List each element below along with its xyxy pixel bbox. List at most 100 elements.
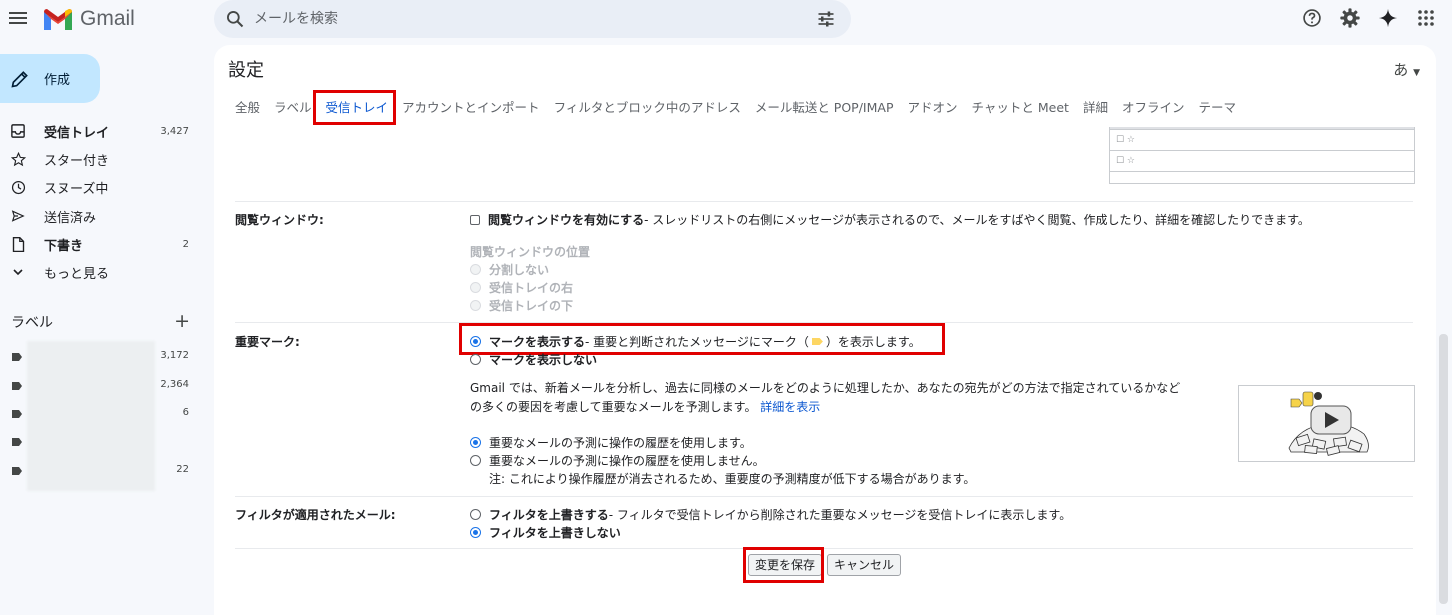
- position-label: 受信トレイの下: [489, 299, 574, 313]
- tab-offline[interactable]: オフライン: [1122, 97, 1185, 121]
- inbox-icon: [10, 123, 26, 139]
- tab-forwarding-pop-imap[interactable]: メール転送と POP/IMAP: [755, 97, 894, 121]
- sidebar-nav: 受信トレイ 3,427 スター付き スヌーズ中 送信済み 下書き 2 もっと見る: [0, 117, 200, 287]
- position-radio-below[interactable]: [470, 300, 481, 311]
- input-tools-label: あ: [1393, 61, 1409, 79]
- draft-count: 2: [182, 238, 189, 250]
- filtered-mail-label: フィルタが適用されたメール:: [235, 508, 396, 522]
- app-name: Gmail: [80, 7, 135, 30]
- sidebar-item-drafts[interactable]: 下書き 2: [0, 230, 200, 258]
- section-divider: [235, 496, 1413, 497]
- label-icon: [12, 467, 22, 475]
- scrollbar-thumb[interactable]: [1439, 334, 1448, 604]
- sidebar-item-label: もっと見る: [44, 267, 110, 283]
- add-label-button[interactable]: +: [174, 310, 190, 332]
- gmail-logo[interactable]: Gmail: [44, 7, 135, 31]
- history-use-label: 重要なメールの予測に操作の履歴を使用します。: [489, 436, 752, 450]
- sidebar-item-label: 下書き: [44, 238, 84, 254]
- search-input[interactable]: [252, 7, 796, 31]
- position-label: 分割しない: [489, 263, 550, 277]
- unread-count: 3,427: [160, 125, 189, 137]
- sidebar-item-label: 送信済み: [44, 210, 97, 226]
- inbox-preview: ☐ ☆ ☐ ☆: [1109, 127, 1415, 184]
- label-item[interactable]: 22: [0, 462, 200, 482]
- search-options-icon[interactable]: [816, 9, 836, 29]
- importance-video-thumbnail[interactable]: [1238, 385, 1415, 462]
- tab-chat-meet[interactable]: チャットと Meet: [972, 97, 1069, 121]
- highlight-inbox-tab: [313, 90, 396, 125]
- reading-pane-checkbox[interactable]: [470, 214, 480, 225]
- sidebar-item-label: スヌーズ中: [44, 182, 109, 198]
- section-divider: [235, 201, 1413, 202]
- help-icon[interactable]: [1300, 6, 1324, 30]
- compose-label: 作成: [44, 73, 71, 88]
- hide-markers-radio[interactable]: [470, 354, 481, 365]
- gear-icon[interactable]: [1338, 6, 1362, 30]
- apps-grid-icon[interactable]: [1414, 6, 1438, 30]
- reading-pane-option: 閲覧ウィンドウを有効にする - スレッドリストの右側にメッセージが表示されるので…: [470, 211, 1310, 228]
- reading-pane-enable-desc: - スレッドリストの右側にメッセージが表示されるので、メールをすばやく閲覧、作成…: [644, 213, 1310, 227]
- tab-accounts-import[interactable]: アカウントとインポート: [402, 97, 540, 121]
- history-not-use-radio[interactable]: [470, 455, 481, 466]
- search-icon[interactable]: [225, 9, 245, 29]
- hide-markers-option: マークを表示しない: [470, 351, 597, 368]
- hide-markers-label: マークを表示しない: [489, 353, 598, 367]
- position-option-below: 受信トレイの下: [470, 297, 573, 314]
- pencil-icon: [11, 70, 28, 88]
- main-menu-icon[interactable]: [9, 9, 29, 29]
- history-not-use-label: 重要なメールの予測に操作の履歴を使用しません。: [489, 454, 765, 468]
- send-icon: [10, 208, 26, 224]
- clock-icon: [10, 180, 26, 196]
- section-divider: [235, 548, 1413, 549]
- sidebar-item-inbox[interactable]: 受信トレイ 3,427: [0, 117, 200, 145]
- learn-more-link[interactable]: 詳細を表示: [760, 400, 820, 414]
- cancel-button[interactable]: キャンセル: [827, 554, 902, 576]
- draft-icon: [10, 236, 26, 252]
- override-filters-label: フィルタを上書きする: [489, 508, 609, 522]
- tab-themes[interactable]: テーマ: [1198, 97, 1236, 121]
- sidebar-item-label: スター付き: [44, 153, 110, 169]
- history-note: 注: これにより操作履歴が消去されるため、重要度の予測精度が低下する場合がありま…: [489, 470, 975, 487]
- label-item[interactable]: 3,172: [0, 348, 200, 368]
- sidebar-item-label: 受信トレイ: [44, 125, 110, 141]
- tab-advanced[interactable]: 詳細: [1083, 97, 1108, 121]
- labels-header: ラベル +: [11, 310, 191, 332]
- settings-panel: 設定 あ ▼ 全般 ラベル 受信トレイ アカウントとインポート フィルタとブロッ…: [214, 45, 1436, 615]
- position-option-no-split: 分割しない: [470, 261, 549, 278]
- history-note-text: 注: これにより操作履歴が消去されるため、重要度の予測精度が低下する場合がありま…: [489, 472, 976, 486]
- no-override-filters-label: フィルタを上書きしない: [489, 526, 621, 540]
- position-radio-no-split[interactable]: [470, 264, 481, 275]
- sidebar-item-starred[interactable]: スター付き: [0, 145, 200, 173]
- gmail-m-icon: [44, 8, 72, 30]
- label-item[interactable]: 6: [0, 405, 200, 425]
- gemini-sparkle-icon[interactable]: [1376, 6, 1400, 30]
- highlight-save-button: [743, 547, 824, 583]
- reading-pane-position-title: 閲覧ウィンドウの位置: [470, 243, 590, 260]
- tab-filters-blocked[interactable]: フィルタとブロック中のアドレス: [554, 97, 741, 121]
- input-tools-button[interactable]: あ ▼: [1393, 59, 1420, 80]
- search-bar[interactable]: [214, 0, 851, 38]
- star-icon: [10, 151, 26, 167]
- history-not-use-option: 重要なメールの予測に操作の履歴を使用しません。: [470, 452, 765, 469]
- tab-general[interactable]: 全般: [235, 97, 260, 121]
- sidebar-item-sent[interactable]: 送信済み: [0, 202, 200, 230]
- sidebar-item-more[interactable]: もっと見る: [0, 258, 200, 286]
- position-radio-right[interactable]: [470, 282, 481, 293]
- preview-row: ☐ ☆: [1110, 151, 1414, 172]
- reading-pane-enable-label: 閲覧ウィンドウを有効にする: [488, 213, 645, 227]
- compose-button[interactable]: 作成: [0, 54, 100, 103]
- sidebar-item-snoozed[interactable]: スヌーズ中: [0, 174, 200, 202]
- override-filters-radio[interactable]: [470, 509, 481, 520]
- history-use-radio[interactable]: [470, 437, 481, 448]
- override-filters-option: フィルタを上書きする - フィルタで受信トレイから削除された重要なメッセージを受…: [470, 506, 1071, 523]
- history-use-option: 重要なメールの予測に操作の履歴を使用します。: [470, 434, 752, 451]
- importance-info-line2: の多くの要因を考慮して重要なメールを予測します。: [470, 400, 757, 414]
- label-item[interactable]: [0, 433, 200, 453]
- preview-row: ☐ ☆: [1110, 130, 1414, 151]
- tab-addons[interactable]: アドオン: [908, 97, 958, 121]
- position-title-text: 閲覧ウィンドウの位置: [470, 245, 591, 259]
- top-bar: Gmail: [0, 0, 1452, 40]
- no-override-filters-radio[interactable]: [470, 527, 481, 538]
- label-item[interactable]: 2,364: [0, 377, 200, 397]
- tab-labels[interactable]: ラベル: [274, 97, 312, 121]
